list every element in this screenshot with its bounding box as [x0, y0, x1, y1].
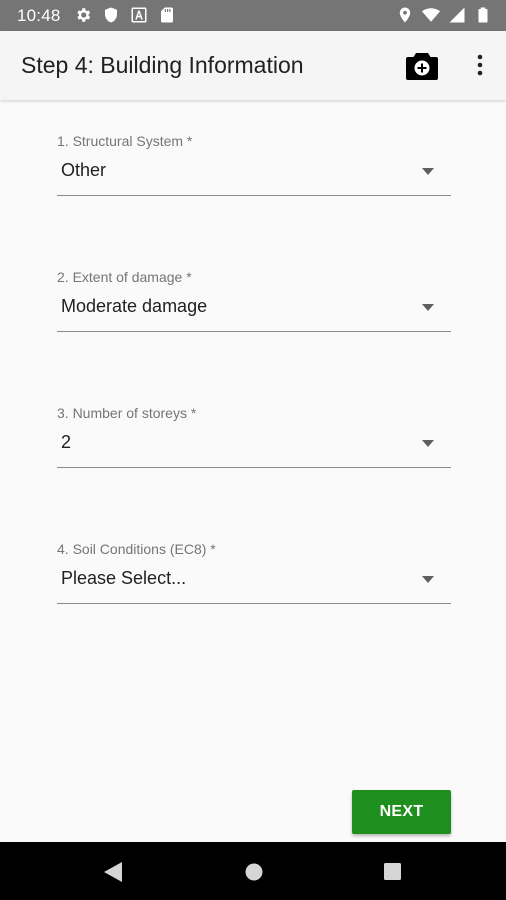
screen: 10:48 Step 4: Building Information 1. St… — [0, 0, 506, 900]
number-of-storeys-select[interactable]: 2 — [57, 427, 451, 468]
signal-icon — [449, 7, 465, 23]
field-value: 2 — [61, 432, 72, 452]
dropdown-arrow-icon — [422, 304, 434, 311]
next-button[interactable]: NEXT — [352, 790, 451, 834]
dropdown-arrow-icon — [422, 576, 434, 583]
sd-card-icon — [161, 7, 173, 23]
home-icon[interactable] — [245, 863, 263, 881]
battery-icon — [478, 7, 488, 23]
settings-icon — [77, 8, 91, 22]
field-label: 2. Extent of damage * — [57, 269, 192, 285]
status-time: 10:48 — [17, 6, 61, 25]
recents-icon[interactable] — [384, 863, 401, 880]
navigation-bar — [0, 842, 506, 900]
soil-conditions-select[interactable]: Please Select... — [57, 563, 451, 604]
status-bar: 10:48 — [0, 0, 506, 31]
field-value: Please Select... — [61, 568, 187, 588]
dropdown-arrow-icon — [422, 440, 434, 447]
structural-system-select[interactable]: Other — [57, 155, 451, 196]
back-icon[interactable] — [103, 861, 123, 883]
field-value: Moderate damage — [61, 296, 208, 316]
a-box-icon — [131, 7, 147, 23]
field-value: Other — [61, 160, 107, 180]
app-bar: Step 4: Building Information — [0, 31, 506, 100]
camera-add-icon[interactable] — [404, 48, 440, 84]
more-vert-icon[interactable] — [468, 51, 492, 79]
location-icon — [399, 7, 411, 23]
field-label: 4. Soil Conditions (EC8) * — [57, 541, 216, 557]
shield-icon — [105, 7, 117, 23]
status-right-icons — [396, 6, 492, 24]
page-title: Step 4: Building Information — [21, 52, 304, 78]
wifi-icon — [422, 8, 440, 22]
dropdown-arrow-icon — [422, 168, 434, 175]
field-label: 3. Number of storeys * — [57, 405, 197, 421]
field-label: 1. Structural System * — [57, 133, 193, 149]
extent-of-damage-select[interactable]: Moderate damage — [57, 291, 451, 332]
status-left-icons — [74, 6, 176, 24]
